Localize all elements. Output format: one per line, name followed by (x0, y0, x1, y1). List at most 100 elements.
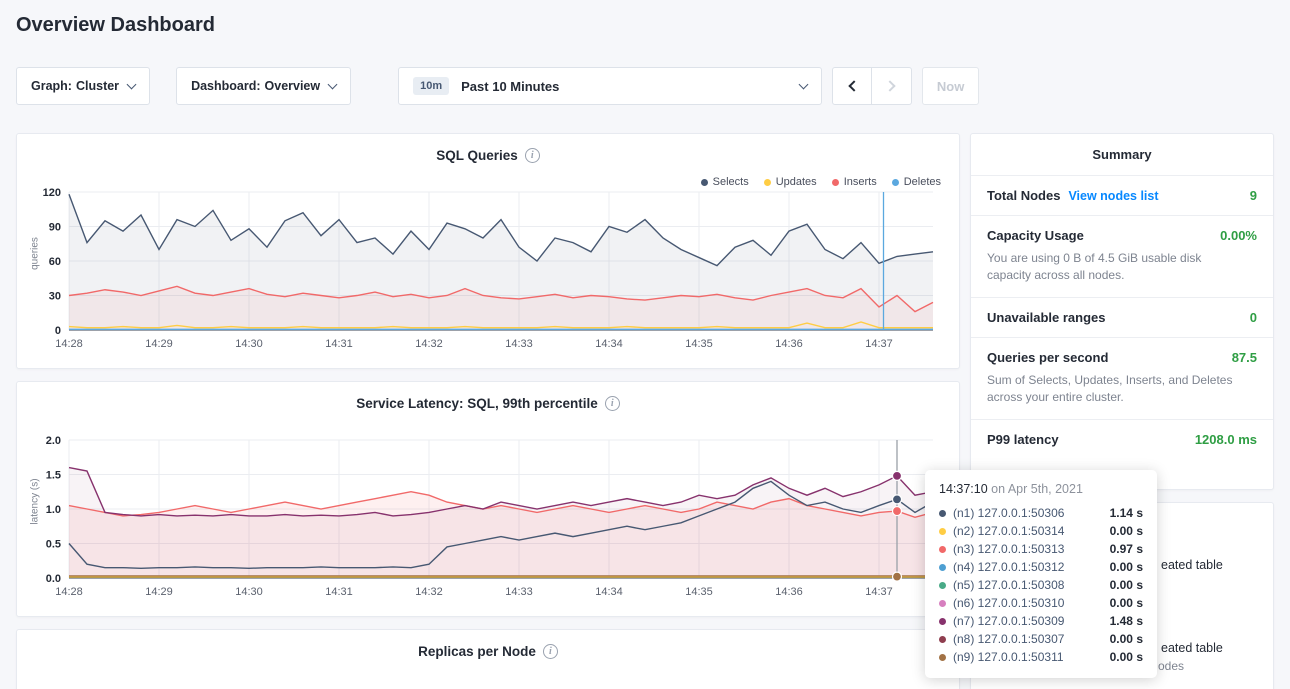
svg-text:14:29: 14:29 (145, 338, 173, 350)
tooltip-node-value: 1.48 s (1110, 614, 1143, 628)
chart-title-row: SQL Queries (17, 148, 959, 163)
svg-text:60: 60 (49, 256, 61, 268)
total-nodes-label: Total Nodes (987, 188, 1060, 203)
time-range-picker[interactable]: 10m Past 10 Minutes (398, 67, 822, 105)
tooltip-node-value: 0.00 s (1110, 650, 1143, 664)
tooltip-node-address: (n3) 127.0.0.1:50313 (953, 542, 1064, 556)
dashboard-selector-value: Overview (265, 79, 321, 93)
replicas-per-node-chart-card: Replicas per Node (16, 629, 960, 689)
svg-text:14:33: 14:33 (505, 586, 533, 598)
svg-text:1.5: 1.5 (46, 470, 61, 482)
unavailable-ranges-value: 0 (1250, 310, 1257, 325)
service-latency-chart[interactable]: 14:2814:2914:3014:3114:3214:3314:3414:35… (25, 432, 953, 604)
capacity-caption: You are using 0 B of 4.5 GiB usable disk… (987, 250, 1237, 285)
series-dot-icon (939, 564, 946, 571)
tooltip-node-value: 1.14 s (1110, 506, 1143, 520)
series-dot-icon (939, 582, 946, 589)
tooltip-node-address: (n8) 127.0.0.1:50307 (953, 632, 1064, 646)
svg-text:14:30: 14:30 (235, 338, 263, 350)
svg-text:14:32: 14:32 (415, 338, 443, 350)
chart-title: Service Latency: SQL, 99th percentile (356, 396, 598, 411)
series-dot-icon (939, 546, 946, 553)
svg-text:14:28: 14:28 (55, 338, 83, 350)
summary-row-qps: Queries per second 87.5 Sum of Selects, … (971, 338, 1273, 420)
tooltip-node-value: 0.00 s (1110, 632, 1143, 646)
series-dot-icon (939, 510, 946, 517)
tooltip-node-value: 0.00 s (1110, 596, 1143, 610)
view-nodes-list-link[interactable]: View nodes list (1068, 189, 1158, 203)
overview-dashboard-page: Overview Dashboard Graph: Cluster Dashbo… (0, 0, 1290, 689)
qps-caption: Sum of Selects, Updates, Inserts, and De… (987, 372, 1237, 407)
summary-row-total-nodes: Total Nodes View nodes list 9 (971, 176, 1273, 216)
tooltip-row: (n2) 127.0.0.1:50314 0.00 s (939, 522, 1143, 540)
page-title: Overview Dashboard (16, 14, 215, 37)
svg-text:14:29: 14:29 (145, 586, 173, 598)
summary-panel: Summary Total Nodes View nodes list 9 Ca… (970, 133, 1274, 490)
capacity-label: Capacity Usage (987, 228, 1084, 243)
graph-selector-value: Cluster (76, 79, 119, 93)
p99-latency-value: 1208.0 ms (1195, 432, 1257, 447)
now-button[interactable]: Now (922, 67, 979, 105)
tooltip-node-value: 0.00 s (1110, 560, 1143, 574)
dashboard-controls: Graph: Cluster Dashboard: Overview 10m P… (16, 67, 979, 105)
info-icon[interactable] (525, 148, 540, 163)
svg-text:1.0: 1.0 (46, 504, 61, 516)
chevron-down-icon (127, 79, 137, 89)
series-dot-icon (939, 618, 946, 625)
qps-label: Queries per second (987, 350, 1108, 365)
tooltip-node-address: (n7) 127.0.0.1:50309 (953, 614, 1064, 628)
tooltip-row: (n5) 127.0.0.1:503080.00 s (939, 576, 1143, 594)
time-range-label: Past 10 Minutes (461, 79, 559, 94)
svg-text:14:32: 14:32 (415, 586, 443, 598)
tooltip-node-address: (n6) 127.0.0.1:50310 (953, 596, 1064, 610)
tooltip-node-value: 0.00 s (1110, 578, 1143, 592)
chevron-down-icon (328, 79, 338, 89)
tooltip-node-value: 0.97 s (1110, 542, 1143, 556)
total-nodes-value: 9 (1250, 188, 1257, 203)
chevron-left-icon (848, 80, 859, 91)
svg-text:14:37: 14:37 (865, 338, 893, 350)
service-latency-chart-card: Service Latency: SQL, 99th percentile la… (16, 381, 960, 617)
tooltip-row: (n1) 127.0.0.1:503061.14 s (939, 504, 1143, 522)
summary-row-p99-latency: P99 latency 1208.0 ms (971, 420, 1273, 459)
event-text-fragment: eated table (1161, 641, 1223, 655)
time-range-badge: 10m (413, 77, 449, 95)
summary-row-capacity: Capacity Usage 0.00% You are using 0 B o… (971, 216, 1273, 298)
prev-range-button[interactable] (832, 67, 872, 105)
summary-row-unavailable-ranges: Unavailable ranges 0 (971, 298, 1273, 338)
svg-text:14:35: 14:35 (685, 338, 713, 350)
capacity-value: 0.00% (1220, 228, 1257, 243)
tooltip-node-address: (n2) 127.0.0.1:50314 (953, 524, 1064, 538)
sql-queries-chart[interactable]: 14:2814:2914:3014:3114:3214:3314:3414:35… (25, 184, 953, 356)
chart-title: SQL Queries (436, 148, 518, 163)
info-icon[interactable] (605, 396, 620, 411)
svg-text:14:36: 14:36 (775, 338, 803, 350)
chart-title: Replicas per Node (418, 644, 536, 659)
tooltip-node-address: (n9) 127.0.0.1:50311 (953, 650, 1064, 664)
chart-tooltip: 14:37:10 on Apr 5th, 2021 (n1) 127.0.0.1… (925, 470, 1157, 678)
event-text-fragment: odes (1158, 659, 1184, 673)
info-icon[interactable] (543, 644, 558, 659)
svg-text:14:34: 14:34 (595, 338, 623, 350)
chevron-down-icon (799, 79, 809, 89)
svg-text:14:33: 14:33 (505, 338, 533, 350)
graph-selector[interactable]: Graph: Cluster (16, 67, 150, 105)
tooltip-row: (n9) 127.0.0.1:50311 0.00 s (939, 648, 1143, 666)
svg-text:14:31: 14:31 (325, 586, 353, 598)
tooltip-row: (n6) 127.0.0.1:50310 0.00 s (939, 594, 1143, 612)
tooltip-node-value: 0.00 s (1110, 524, 1143, 538)
next-range-button[interactable] (872, 67, 912, 105)
svg-text:14:30: 14:30 (235, 586, 263, 598)
svg-text:14:28: 14:28 (55, 586, 83, 598)
svg-text:2.0: 2.0 (46, 435, 61, 447)
summary-title: Summary (971, 134, 1273, 176)
dashboard-selector[interactable]: Dashboard: Overview (176, 67, 351, 105)
svg-text:0: 0 (55, 325, 61, 337)
tooltip-row: (n3) 127.0.0.1:50313 0.97 s (939, 540, 1143, 558)
qps-value: 87.5 (1232, 350, 1257, 365)
time-range-pager (832, 67, 912, 105)
p99-latency-label: P99 latency (987, 432, 1059, 447)
graph-selector-label: Graph: (31, 79, 72, 93)
svg-text:14:36: 14:36 (775, 586, 803, 598)
chevron-right-icon (884, 80, 895, 91)
